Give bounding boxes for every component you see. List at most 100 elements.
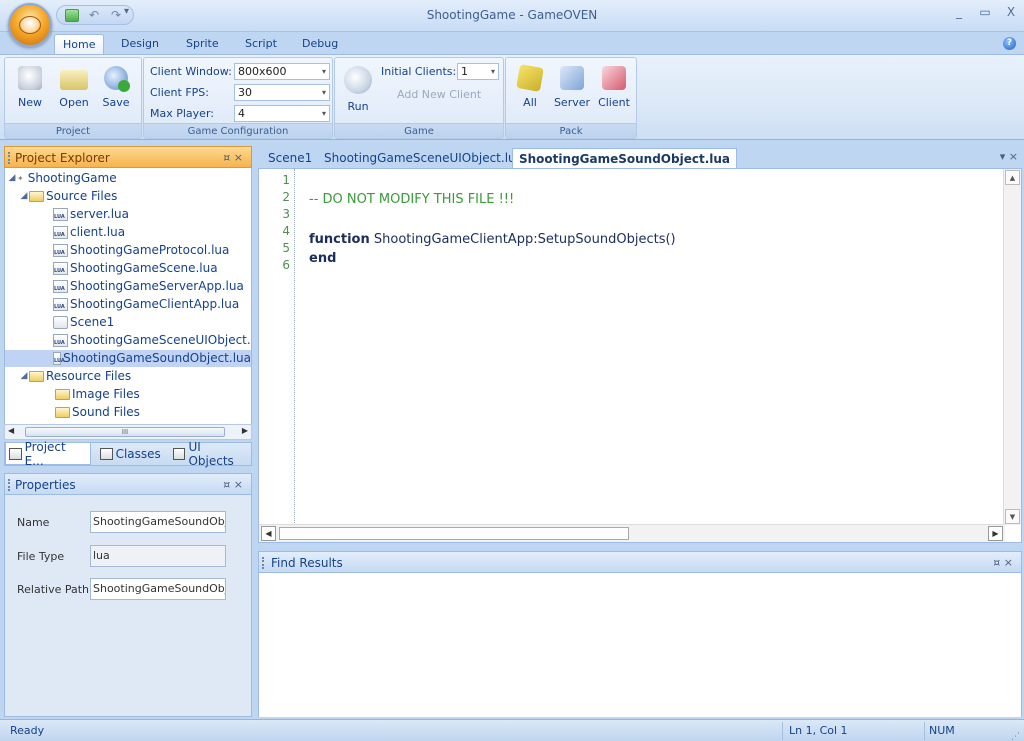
initial-clients-value: 1 [461, 64, 468, 78]
add-new-client-button[interactable]: Add New Client [383, 85, 481, 103]
code-function-line: function ShootingGameClientApp:SetupSoun… [309, 231, 676, 248]
ui-objects-tab-icon [172, 448, 186, 460]
scroll-left-icon[interactable]: ◀ [8, 426, 14, 435]
ribbon: New Open Save Project Client Window: 800… [0, 54, 1024, 140]
tab-home[interactable]: Home [54, 34, 105, 54]
lua-file-icon [53, 262, 68, 275]
code-end-line: end [309, 251, 337, 266]
lua-file-icon [53, 352, 65, 365]
pack-all-button[interactable]: All [512, 62, 548, 118]
max-player-row: Max Player: 4 ▾ [150, 104, 330, 122]
line-number: 5 [282, 241, 290, 255]
minimize-button[interactable]: _ [952, 5, 966, 19]
tree-file-item[interactable]: ShootingGameServerApp.lua [53, 278, 244, 295]
file-label: ShootingGameSoundObject.lua [63, 351, 251, 365]
max-player-combo[interactable]: 4 ▾ [234, 104, 330, 122]
editor-horizontal-scrollbar[interactable]: ◀ ▶ [259, 524, 1005, 542]
folder-icon [29, 191, 44, 202]
source-folder-label: Source Files [46, 189, 118, 203]
tree-file-item[interactable]: server.lua [53, 206, 129, 223]
save-disk-icon [104, 66, 130, 92]
resize-grip-icon[interactable]: ⋰ [1011, 726, 1020, 741]
initial-clients-combo[interactable]: 1 ▾ [457, 62, 499, 80]
lua-file-icon [53, 280, 68, 293]
app-logo-icon [19, 16, 41, 34]
scene-icon [53, 316, 68, 329]
open-button[interactable]: Open [55, 62, 93, 118]
tree-file-item[interactable]: ShootingGameProtocol.lua [53, 242, 229, 259]
scroll-up-icon[interactable]: ▲ [1005, 170, 1020, 185]
pack-client-button[interactable]: Client [594, 62, 634, 118]
tab-script[interactable]: Script [237, 34, 285, 54]
explorer-horizontal-scrollbar[interactable]: ◀ III ▶ [4, 424, 252, 440]
tab-ui-objects[interactable]: UI Objects [170, 440, 251, 468]
help-icon[interactable]: ? [1003, 37, 1016, 50]
application-orb-button[interactable] [8, 3, 52, 47]
scroll-right-icon[interactable]: ▶ [988, 526, 1003, 541]
tree-file-item[interactable]: ShootingGameSceneUIObject.lua [53, 332, 251, 349]
line-number: 4 [282, 224, 290, 238]
client-window-combo[interactable]: 800x600 ▾ [234, 62, 330, 80]
doc-tab-sceneuiobject[interactable]: ShootingGameSceneUIObject.lua [318, 148, 529, 168]
document-tabs: Scene1 ShootingGameSceneUIObject.lua Sho… [258, 146, 1022, 168]
new-button[interactable]: New [11, 62, 49, 118]
folder-label: Image Files [72, 387, 140, 401]
save-button[interactable]: Save [97, 62, 135, 118]
pack-server-button[interactable]: Server [552, 62, 592, 118]
find-results-header: Find Results ¤ × [258, 551, 1022, 573]
tree-scene-item[interactable]: Scene1 [53, 314, 114, 331]
property-name-field[interactable]: ShootingGameSoundObject. [90, 511, 226, 533]
maximize-button[interactable]: ▭ [978, 5, 992, 19]
file-label: ShootingGameServerApp.lua [70, 279, 244, 293]
property-relpath-field[interactable]: ShootingGameSoundObject. [90, 578, 226, 600]
new-label: New [18, 96, 42, 109]
doc-tab-scene1[interactable]: Scene1 [262, 148, 318, 168]
num-lock-indicator: NUM [924, 722, 994, 740]
pin-close-buttons[interactable]: ¤ × [993, 552, 1013, 574]
scroll-left-icon[interactable]: ◀ [261, 526, 276, 541]
doc-tab-soundobject[interactable]: ShootingGameSoundObject.lua [512, 148, 738, 168]
pack-all-icon [516, 64, 544, 92]
tree-file-item-selected[interactable]: ShootingGameSoundObject.lua [5, 350, 251, 367]
game-group: Run Initial Clients: 1 ▾ Add New Client G… [334, 57, 504, 139]
tree-root-item[interactable]: ◢ ✦ ShootingGame [7, 170, 117, 187]
tree-file-item[interactable]: ShootingGameScene.lua [53, 260, 218, 277]
scroll-thumb[interactable]: III [25, 427, 225, 437]
line-number: 1 [282, 173, 290, 187]
tree-folder-sound[interactable]: Sound Files [55, 404, 140, 421]
tab-design[interactable]: Design [113, 34, 167, 54]
tab-classes[interactable]: Classes [97, 443, 164, 465]
doc-tab-controls[interactable]: ▾ × [1000, 150, 1018, 163]
status-text: Ready [10, 724, 45, 737]
save-label: Save [102, 96, 130, 109]
tab-debug[interactable]: Debug [294, 34, 346, 54]
line-number: 6 [282, 258, 290, 272]
pack-server-label: Server [553, 96, 591, 109]
tree-folder-image[interactable]: Image Files [55, 386, 140, 403]
tab-sprite[interactable]: Sprite [178, 34, 227, 54]
grip-icon [8, 479, 10, 491]
tree-folder-source[interactable]: ◢ Source Files [19, 188, 118, 205]
file-label: client.lua [70, 225, 126, 239]
close-button[interactable]: X [1004, 5, 1018, 19]
code-editor[interactable]: 1 2 3 4 5 6 -- DO NOT MODIFY THIS FILE !… [258, 168, 1022, 543]
file-label: Scene1 [70, 315, 115, 329]
run-button[interactable]: Run [341, 62, 375, 118]
pin-close-buttons[interactable]: ¤ × [223, 147, 243, 169]
file-label: ShootingGameClientApp.lua [70, 297, 240, 311]
project-explorer-tree: ◢ ✦ ShootingGame ◢ Source Files server.l… [4, 168, 252, 424]
run-label: Run [347, 100, 369, 113]
editor-vertical-scrollbar[interactable]: ▲ ▼ [1003, 169, 1021, 525]
pin-close-buttons[interactable]: ¤ × [223, 474, 243, 496]
client-fps-combo[interactable]: 30 ▾ [234, 83, 330, 101]
scroll-right-icon[interactable]: ▶ [242, 426, 248, 435]
tree-file-item[interactable]: client.lua [53, 224, 125, 241]
pack-all-label: All [523, 96, 537, 109]
scroll-down-icon[interactable]: ▼ [1005, 509, 1020, 524]
scroll-thumb[interactable] [279, 527, 629, 540]
property-filetype-field[interactable]: lua [90, 545, 226, 567]
properties-header: Properties ¤ × [4, 473, 252, 495]
tree-file-item[interactable]: ShootingGameClientApp.lua [53, 296, 239, 313]
tree-folder-resource[interactable]: ◢ Resource Files [19, 368, 132, 385]
tab-project-explorer[interactable]: Project E... [5, 440, 91, 468]
